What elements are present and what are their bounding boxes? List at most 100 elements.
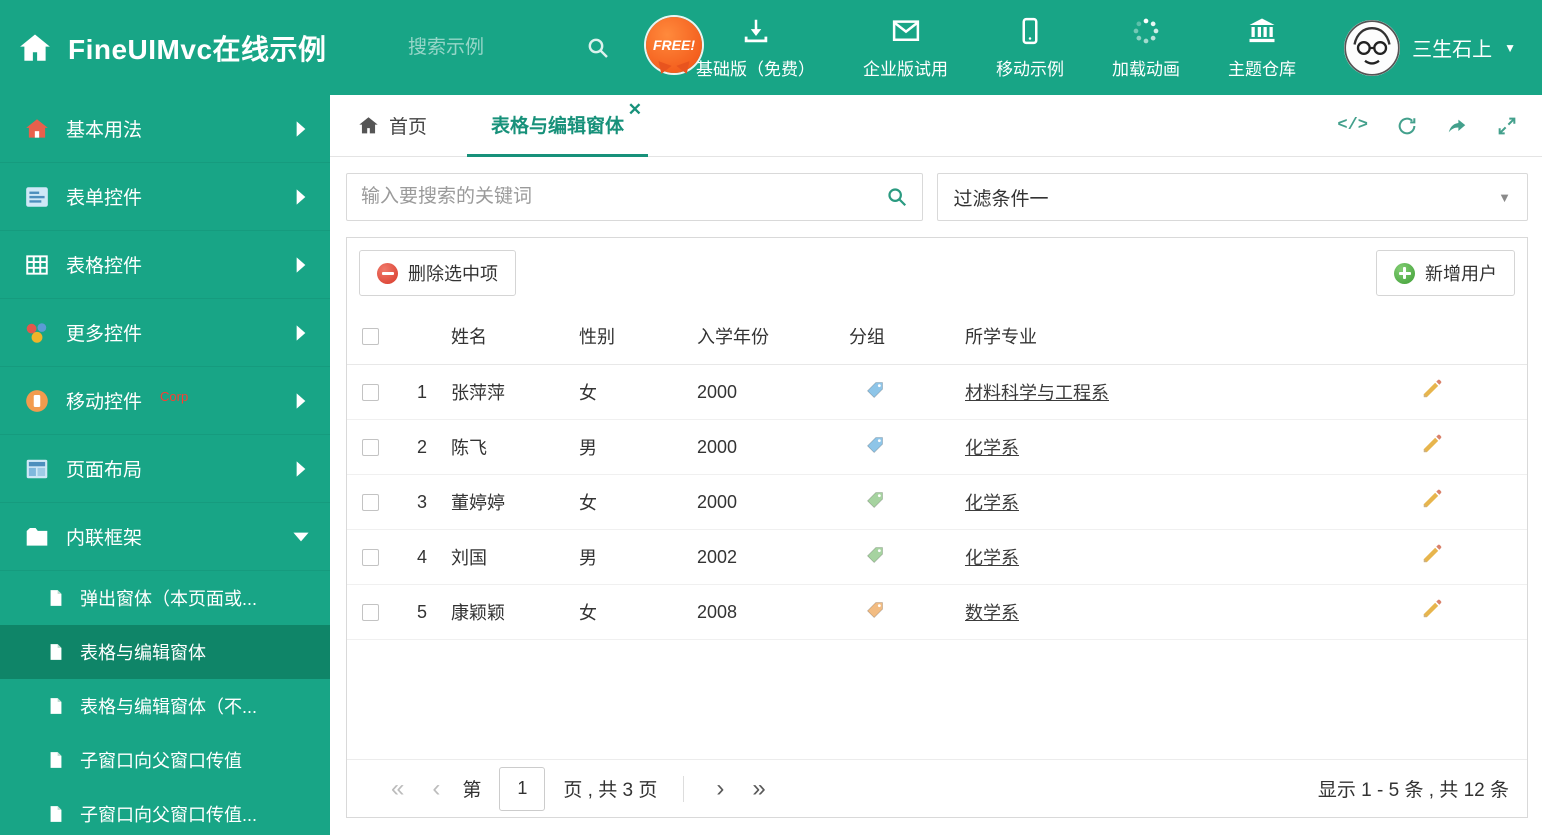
delete-selected-label: 删除选中项 bbox=[408, 264, 498, 284]
chevron-right-icon bbox=[296, 324, 306, 341]
row-checkbox[interactable] bbox=[361, 603, 379, 621]
last-page-button[interactable]: » bbox=[738, 776, 779, 801]
header-search-input[interactable] bbox=[408, 36, 558, 59]
nav-item-mobile-examples[interactable]: 移动示例 bbox=[972, 16, 1088, 80]
sidebar-subitem-child-to-parent-alt[interactable]: 子窗口向父窗口传值... bbox=[0, 787, 330, 835]
home-icon bbox=[26, 118, 48, 138]
sidebar-item-basic-usage[interactable]: 基本用法 bbox=[0, 95, 330, 163]
brand[interactable]: FineUIMvc在线示例 bbox=[0, 28, 408, 68]
prev-page-button[interactable]: ‹ bbox=[418, 776, 454, 801]
keyword-search-box bbox=[346, 173, 923, 221]
major-link[interactable]: 化学系 bbox=[965, 438, 1019, 458]
row-checkbox[interactable] bbox=[361, 548, 379, 566]
tag-icon bbox=[866, 491, 883, 508]
chevron-right-icon bbox=[296, 120, 306, 137]
gender-cell: 女 bbox=[579, 493, 597, 513]
mobile-circle-icon bbox=[26, 389, 48, 412]
major-link[interactable]: 数学系 bbox=[965, 603, 1019, 623]
table-row: 3 董婷婷 女 2000 化学系 bbox=[347, 475, 1527, 530]
column-header-gender: 性别 bbox=[579, 327, 615, 347]
search-icon[interactable] bbox=[586, 36, 610, 60]
expand-icon[interactable] bbox=[1496, 115, 1518, 137]
year-cell: 2002 bbox=[697, 546, 738, 567]
nav-item-loading-animations[interactable]: 加载动画 bbox=[1088, 16, 1204, 80]
filter-dropdown-value: 过滤条件一 bbox=[953, 188, 1049, 210]
edit-button[interactable] bbox=[1420, 598, 1443, 626]
record-summary: 显示 1 - 5 条 , 共 12 条 bbox=[1317, 780, 1509, 801]
row-index: 1 bbox=[416, 381, 427, 402]
nav-item-enterprise-trial[interactable]: 企业版试用 bbox=[839, 16, 972, 80]
edit-button[interactable] bbox=[1420, 378, 1443, 406]
sidebar-item-form-controls[interactable]: 表单控件 bbox=[0, 163, 330, 231]
pagination-bar: « ‹ 第 页 , 共 3 页 › » 显示 1 - 5 条 , 共 12 条 bbox=[347, 759, 1527, 817]
add-user-button[interactable]: 新增用户 bbox=[1376, 250, 1515, 296]
close-icon[interactable]: ✕ bbox=[628, 101, 642, 118]
download-icon bbox=[744, 19, 767, 42]
folder-icon bbox=[26, 527, 48, 546]
sidebar-item-more-controls[interactable]: 更多控件 bbox=[0, 299, 330, 367]
gender-cell: 女 bbox=[579, 383, 597, 403]
sidebar-item-iframe[interactable]: 内联框架 bbox=[0, 503, 330, 571]
layout-icon bbox=[26, 459, 48, 478]
user-menu[interactable]: 三生石上 ▼ bbox=[1344, 19, 1542, 76]
edit-button[interactable] bbox=[1420, 543, 1443, 571]
delete-selected-button[interactable]: 删除选中项 bbox=[359, 250, 516, 296]
refresh-icon[interactable] bbox=[1396, 115, 1418, 137]
home-icon bbox=[20, 34, 50, 61]
row-index: 2 bbox=[416, 436, 427, 457]
tab-grid-edit-window[interactable]: 表格与编辑窗体 ✕ bbox=[467, 95, 649, 157]
chevron-right-icon bbox=[296, 188, 306, 205]
first-page-button[interactable]: « bbox=[377, 776, 418, 801]
chevron-down-icon bbox=[293, 532, 309, 541]
keyword-search-input[interactable] bbox=[361, 186, 886, 208]
spinner-icon bbox=[1133, 18, 1159, 43]
share-icon[interactable] bbox=[1446, 115, 1468, 137]
pencil-icon bbox=[1423, 489, 1441, 508]
mobile-icon bbox=[1022, 17, 1038, 44]
row-checkbox[interactable] bbox=[361, 438, 379, 456]
file-icon bbox=[50, 698, 62, 714]
sidebar-subitem-label: 弹出窗体（本页面或... bbox=[80, 589, 258, 609]
sidebar-item-label: 页面布局 bbox=[66, 460, 143, 481]
chevron-right-icon bbox=[296, 460, 306, 477]
sidebar-subitem-grid-edit-window[interactable]: 表格与编辑窗体 bbox=[0, 625, 330, 679]
tab-tools: </> bbox=[1337, 115, 1518, 137]
sidebar-subitem-grid-edit-window-alt[interactable]: 表格与编辑窗体（不... bbox=[0, 679, 330, 733]
filter-dropdown[interactable]: 过滤条件一 ▼ bbox=[936, 173, 1528, 221]
page-number-input[interactable] bbox=[499, 766, 546, 811]
sidebar-item-mobile-controls[interactable]: 移动控件 Corp bbox=[0, 367, 330, 435]
file-icon bbox=[50, 590, 62, 606]
tab-home[interactable]: 首页 bbox=[348, 112, 437, 139]
tab-bar: 首页 表格与编辑窗体 ✕ </> bbox=[330, 95, 1542, 157]
search-icon[interactable] bbox=[886, 186, 908, 208]
nav-item-basic-edition[interactable]: FREE! 基础版（免费） bbox=[646, 16, 839, 80]
tag-icon bbox=[866, 381, 883, 398]
major-link[interactable]: 化学系 bbox=[965, 493, 1019, 513]
sidebar-item-label: 表单控件 bbox=[66, 188, 143, 209]
tag-icon bbox=[866, 436, 883, 453]
major-link[interactable]: 材料科学与工程系 bbox=[965, 383, 1109, 403]
sidebar-subitem-child-to-parent[interactable]: 子窗口向父窗口传值 bbox=[0, 733, 330, 787]
column-header-major: 所学专业 bbox=[965, 327, 1037, 347]
sidebar-item-page-layout[interactable]: 页面布局 bbox=[0, 435, 330, 503]
next-page-button[interactable]: › bbox=[702, 776, 738, 801]
sidebar-subitem-popup-window[interactable]: 弹出窗体（本页面或... bbox=[0, 571, 330, 625]
edit-button[interactable] bbox=[1420, 433, 1443, 461]
gender-cell: 男 bbox=[579, 438, 597, 458]
sidebar-subitem-label: 子窗口向父窗口传值 bbox=[80, 751, 242, 771]
code-icon[interactable]: </> bbox=[1337, 116, 1368, 135]
row-checkbox[interactable] bbox=[361, 493, 379, 511]
row-index: 4 bbox=[416, 546, 427, 567]
sidebar-item-grid-controls[interactable]: 表格控件 bbox=[0, 231, 330, 299]
edit-button[interactable] bbox=[1420, 488, 1443, 516]
row-index: 5 bbox=[416, 601, 427, 622]
nav-item-theme-repo[interactable]: 主题仓库 bbox=[1204, 16, 1320, 80]
table-header-row: 姓名 性别 入学年份 分组 所学专业 bbox=[347, 308, 1527, 365]
major-link[interactable]: 化学系 bbox=[965, 548, 1019, 568]
year-cell: 2000 bbox=[697, 436, 738, 457]
year-cell: 2008 bbox=[697, 601, 738, 622]
row-checkbox[interactable] bbox=[361, 383, 379, 401]
select-all-checkbox[interactable] bbox=[361, 327, 379, 345]
tag-icon bbox=[866, 601, 883, 618]
sidebar-item-label: 移动控件 bbox=[66, 392, 143, 413]
